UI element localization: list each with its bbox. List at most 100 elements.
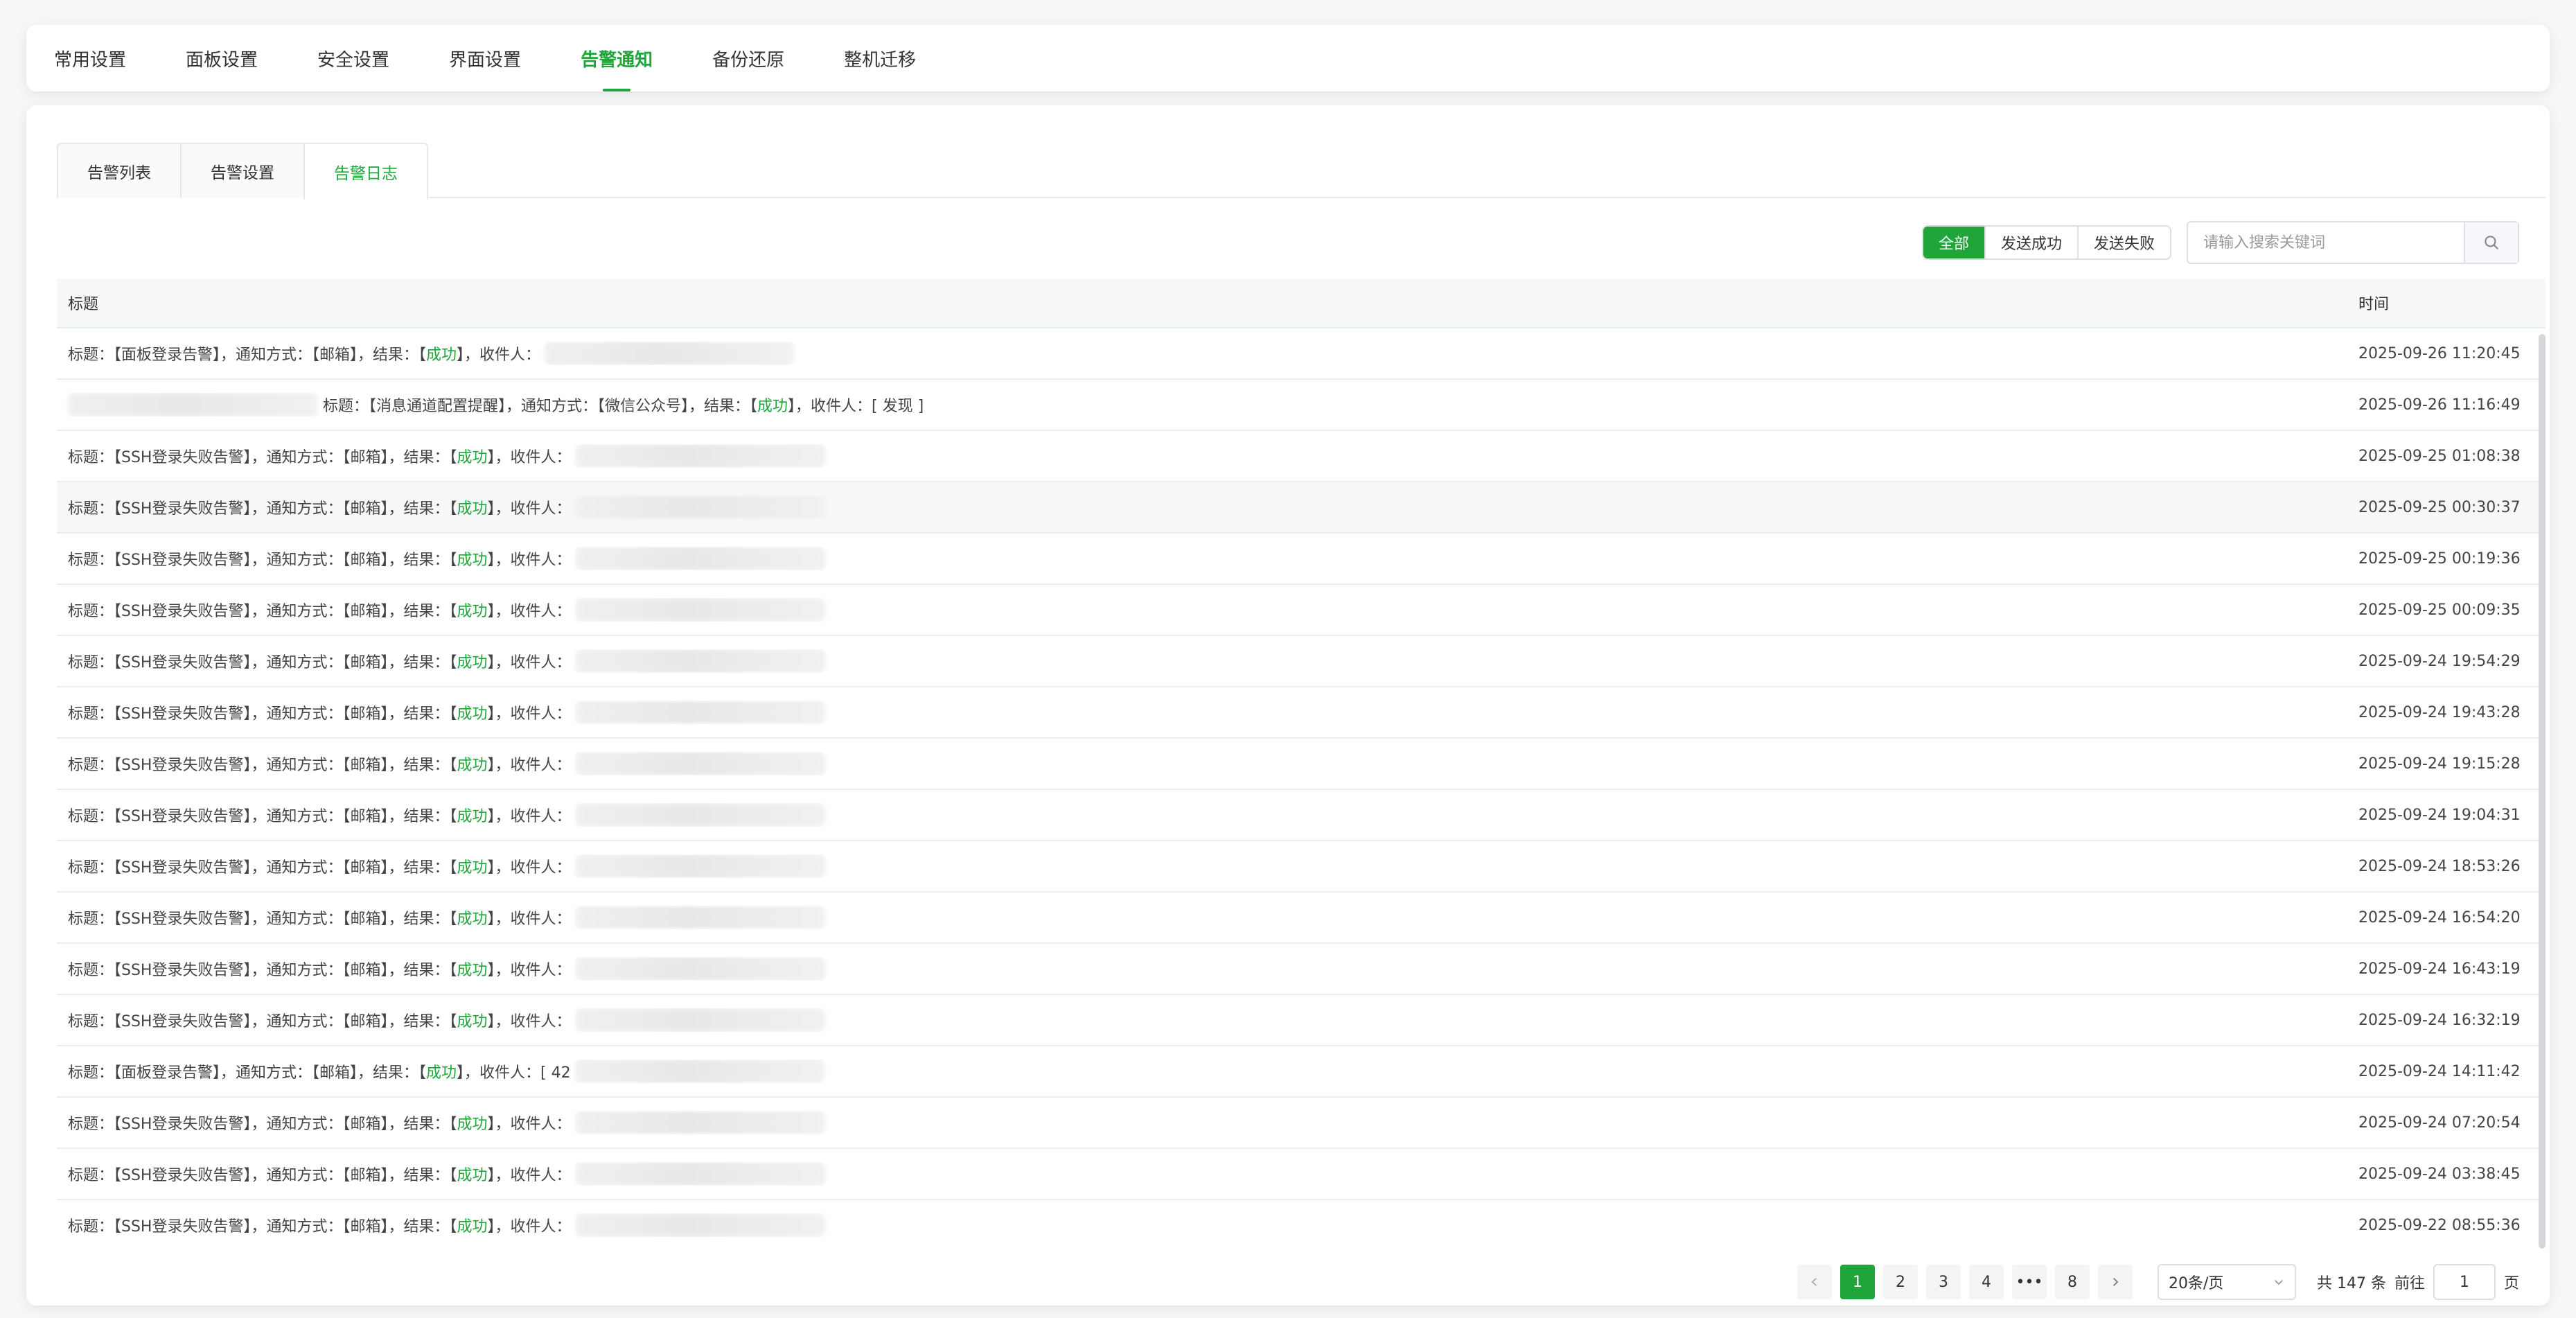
row-title-prefix: 标题：【面板登录告警】，通知方式：【邮箱】，结果：【 — [68, 346, 427, 364]
result-status: 成功 — [426, 346, 457, 364]
row-title-prefix: 标题：【SSH登录失败告警】，通知方式：【邮箱】，结果：【 — [68, 808, 457, 825]
filter-option-2[interactable]: 发送成功 — [1984, 227, 2077, 258]
row-title-suffix: 】，收件人： — [487, 603, 572, 620]
prev-page-button[interactable] — [1797, 1265, 1832, 1299]
page-number-button[interactable]: 3 — [1925, 1265, 1961, 1299]
page-number-button[interactable]: 8 — [2054, 1265, 2090, 1299]
table-row[interactable]: 标题：【消息通道配置提醒】，通知方式：【微信公众号】，结果：【 成功 】，收件人：[… — [57, 380, 2546, 431]
table-row[interactable]: 标题：【SSH登录失败告警】，通知方式：【邮箱】，结果：【 成功 】，收件人： 202… — [57, 482, 2546, 534]
table-row[interactable]: 标题：【SSH登录失败告警】，通知方式：【邮箱】，结果：【 成功 】，收件人： 202… — [57, 687, 2546, 739]
row-time-cell: 2025-09-24 03:38:45 — [2358, 1165, 2521, 1183]
table-row[interactable]: 标题：【SSH登录失败告警】，通知方式：【邮箱】，结果：【 成功 】，收件人： 202… — [57, 1200, 2546, 1250]
total-count: 共 147 条 — [2316, 1275, 2386, 1292]
redacted-recipient — [575, 957, 825, 981]
subtab-1[interactable]: 告警列表 — [57, 143, 182, 198]
table-row[interactable]: 标题：【SSH登录失败告警】，通知方式：【邮箱】，结果：【 成功 】，收件人： 202… — [57, 585, 2546, 636]
nav-item-1[interactable]: 常用设置 — [54, 25, 126, 91]
subtab-3[interactable]: 告警日志 — [303, 143, 428, 200]
row-title-prefix: 标题：【SSH登录失败告警】，通知方式：【邮箱】，结果：【 — [68, 705, 457, 723]
subtab-2[interactable]: 告警设置 — [180, 143, 305, 198]
next-page-button[interactable] — [2097, 1265, 2133, 1299]
table-row[interactable]: 标题：【SSH登录失败告警】，通知方式：【邮箱】，结果：【 成功 】，收件人： 202… — [57, 1149, 2546, 1200]
vertical-scrollbar[interactable] — [2539, 334, 2546, 1249]
content-panel: 告警列表告警设置告警日志 全部发送成功发送失败 标题 时间 标题：【面板登录告警… — [26, 105, 2550, 1306]
row-title-suffix: 】，收件人： — [487, 1167, 572, 1184]
settings-page: 常用设置 面板设置 安全设置 界面设置 告警通知 备份还原 整机迁移 告警列表 告警设置 告警日… — [0, 0, 2576, 1318]
row-title-cell: 标题：【SSH登录失败告警】，通知方式：【邮箱】，结果：【 成功 】，收件人： — [57, 444, 2352, 468]
table-row[interactable]: 标题：【面板登录告警】，通知方式：【邮箱】，结果：【 成功 】，收件人：[ 42 20… — [57, 1046, 2546, 1098]
table-row[interactable]: 标题：【SSH登录失败告警】，通知方式：【邮箱】，结果：【 成功 】，收件人： 202… — [57, 790, 2546, 841]
row-time-cell: 2025-09-25 00:19:36 — [2358, 550, 2521, 568]
result-status: 成功 — [426, 1064, 457, 1082]
table-row[interactable]: 标题：【SSH登录失败告警】，通知方式：【邮箱】，结果：【 成功 】，收件人： 202… — [57, 1098, 2546, 1149]
table-row[interactable]: 标题：【SSH登录失败告警】，通知方式：【邮箱】，结果：【 成功 】，收件人： 202… — [57, 893, 2546, 944]
nav-item-3[interactable]: 安全设置 — [317, 25, 389, 91]
row-time-cell: 2025-09-24 18:53:26 — [2358, 857, 2521, 875]
redacted-recipient — [575, 1008, 825, 1032]
row-title-suffix: 】，收件人： — [487, 705, 572, 723]
result-status: 成功 — [457, 552, 488, 569]
chevron-right-icon — [2113, 1278, 2119, 1286]
redacted-recipient — [575, 752, 825, 775]
row-title-cell: 标题：【SSH登录失败告警】，通知方式：【邮箱】，结果：【 成功 】，收件人： — [57, 701, 2352, 724]
redacted-recipient — [575, 444, 825, 468]
search-input[interactable] — [2188, 222, 2464, 263]
row-title-prefix: 标题：【SSH登录失败告警】，通知方式：【邮箱】，结果：【 — [68, 1218, 457, 1236]
row-time-cell: 2025-09-24 16:54:20 — [2358, 908, 2521, 926]
result-status: 成功 — [457, 859, 488, 877]
page-size-select[interactable]: 20条/页 — [2157, 1264, 2296, 1300]
row-title-suffix: 】，收件人： — [487, 1218, 572, 1236]
nav-item-2[interactable]: 面板设置 — [186, 25, 258, 91]
row-title-prefix: 标题：【SSH登录失败告警】，通知方式：【邮箱】，结果：【 — [68, 1013, 457, 1030]
alert-log-table: 标题 时间 标题：【面板登录告警】，通知方式：【邮箱】，结果：【 成功 】，收件人：… — [57, 279, 2546, 1250]
table-row[interactable]: 标题：【SSH登录失败告警】，通知方式：【邮箱】，结果：【 成功 】，收件人： 202… — [57, 431, 2546, 482]
table-row[interactable]: 标题：【SSH登录失败告警】，通知方式：【邮箱】，结果：【 成功 】，收件人： 202… — [57, 636, 2546, 687]
nav-item-4[interactable]: 界面设置 — [449, 25, 521, 91]
table-row[interactable]: 标题：【面板登录告警】，通知方式：【邮箱】，结果：【 成功 】，收件人： 2025-0… — [57, 328, 2546, 380]
result-status: 成功 — [457, 1116, 488, 1133]
redacted-recipient — [574, 1060, 824, 1083]
row-title-prefix: 标题：【SSH登录失败告警】，通知方式：【邮箱】，结果：【 — [68, 1116, 457, 1133]
nav-item-7[interactable]: 整机迁移 — [844, 25, 916, 91]
row-title-cell: 标题：【SSH登录失败告警】，通知方式：【邮箱】，结果：【 成功 】，收件人： — [57, 752, 2352, 775]
row-title-prefix: 标题：【面板登录告警】，通知方式：【邮箱】，结果：【 — [68, 1064, 427, 1082]
redacted-recipient — [575, 649, 825, 673]
row-time-cell: 2025-09-25 00:30:37 — [2358, 498, 2521, 516]
nav-item-6[interactable]: 备份还原 — [712, 25, 784, 91]
row-title-cell: 标题：【SSH登录失败告警】，通知方式：【邮箱】，结果：【 成功 】，收件人： — [57, 1111, 2352, 1134]
row-time-cell: 2025-09-24 14:11:42 — [2358, 1062, 2521, 1080]
page-number-button[interactable]: 4 — [1968, 1265, 2004, 1299]
filter-option-1[interactable]: 全部 — [1923, 227, 1984, 258]
row-title-suffix: 】，收件人： — [487, 654, 572, 671]
search-icon — [2485, 236, 2498, 249]
row-title-cell: 标题：【SSH登录失败告警】，通知方式：【邮箱】，结果：【 成功 】，收件人： — [57, 547, 2352, 570]
page-number-button[interactable]: 1 — [1840, 1265, 1875, 1299]
page-number-button[interactable]: 2 — [1882, 1265, 1918, 1299]
table-row[interactable]: 标题：【SSH登录失败告警】，通知方式：【邮箱】，结果：【 成功 】，收件人： 202… — [57, 739, 2546, 790]
table-row[interactable]: 标题：【SSH登录失败告警】，通知方式：【邮箱】，结果：【 成功 】，收件人： 202… — [57, 534, 2546, 585]
table-header: 标题 时间 — [57, 279, 2546, 328]
chevron-down-icon — [2275, 1280, 2283, 1285]
result-status: 成功 — [757, 398, 788, 415]
table-row[interactable]: 标题：【SSH登录失败告警】，通知方式：【邮箱】，结果：【 成功 】，收件人： 202… — [57, 995, 2546, 1046]
redacted-recipient — [575, 1162, 825, 1186]
search-button[interactable] — [2464, 222, 2518, 263]
row-title-cell: 标题：【SSH登录失败告警】，通知方式：【邮箱】，结果：【 成功 】，收件人： — [57, 1162, 2352, 1186]
row-title-suffix: 】，收件人：[ 发现 ] — [788, 398, 924, 415]
goto-page-input[interactable] — [2433, 1264, 2496, 1300]
row-time-cell: 2025-09-24 19:43:28 — [2358, 703, 2521, 721]
table-row[interactable]: 标题：【SSH登录失败告警】，通知方式：【邮箱】，结果：【 成功 】，收件人： 202… — [57, 944, 2546, 995]
nav-item-5[interactable]: 告警通知 — [581, 25, 653, 91]
row-time-cell: 2025-09-24 16:32:19 — [2358, 1011, 2521, 1029]
row-title-suffix: 】，收件人： — [487, 757, 572, 774]
page-ellipsis[interactable]: ••• — [2011, 1265, 2047, 1299]
table-row[interactable]: 标题：【SSH登录失败告警】，通知方式：【邮箱】，结果：【 成功 】，收件人： 202… — [57, 841, 2546, 893]
redacted-text — [68, 393, 317, 416]
goto-label: 前往 — [2394, 1275, 2425, 1292]
filter-option-3[interactable]: 发送失败 — [2076, 227, 2170, 258]
row-title-suffix: 】，收件人： — [487, 500, 572, 518]
row-title-suffix: 】，收件人： — [487, 449, 572, 466]
result-status: 成功 — [457, 654, 488, 671]
row-title-suffix: 】，收件人： — [487, 1116, 572, 1133]
row-time-cell: 2025-09-22 08:55:36 — [2358, 1216, 2521, 1234]
